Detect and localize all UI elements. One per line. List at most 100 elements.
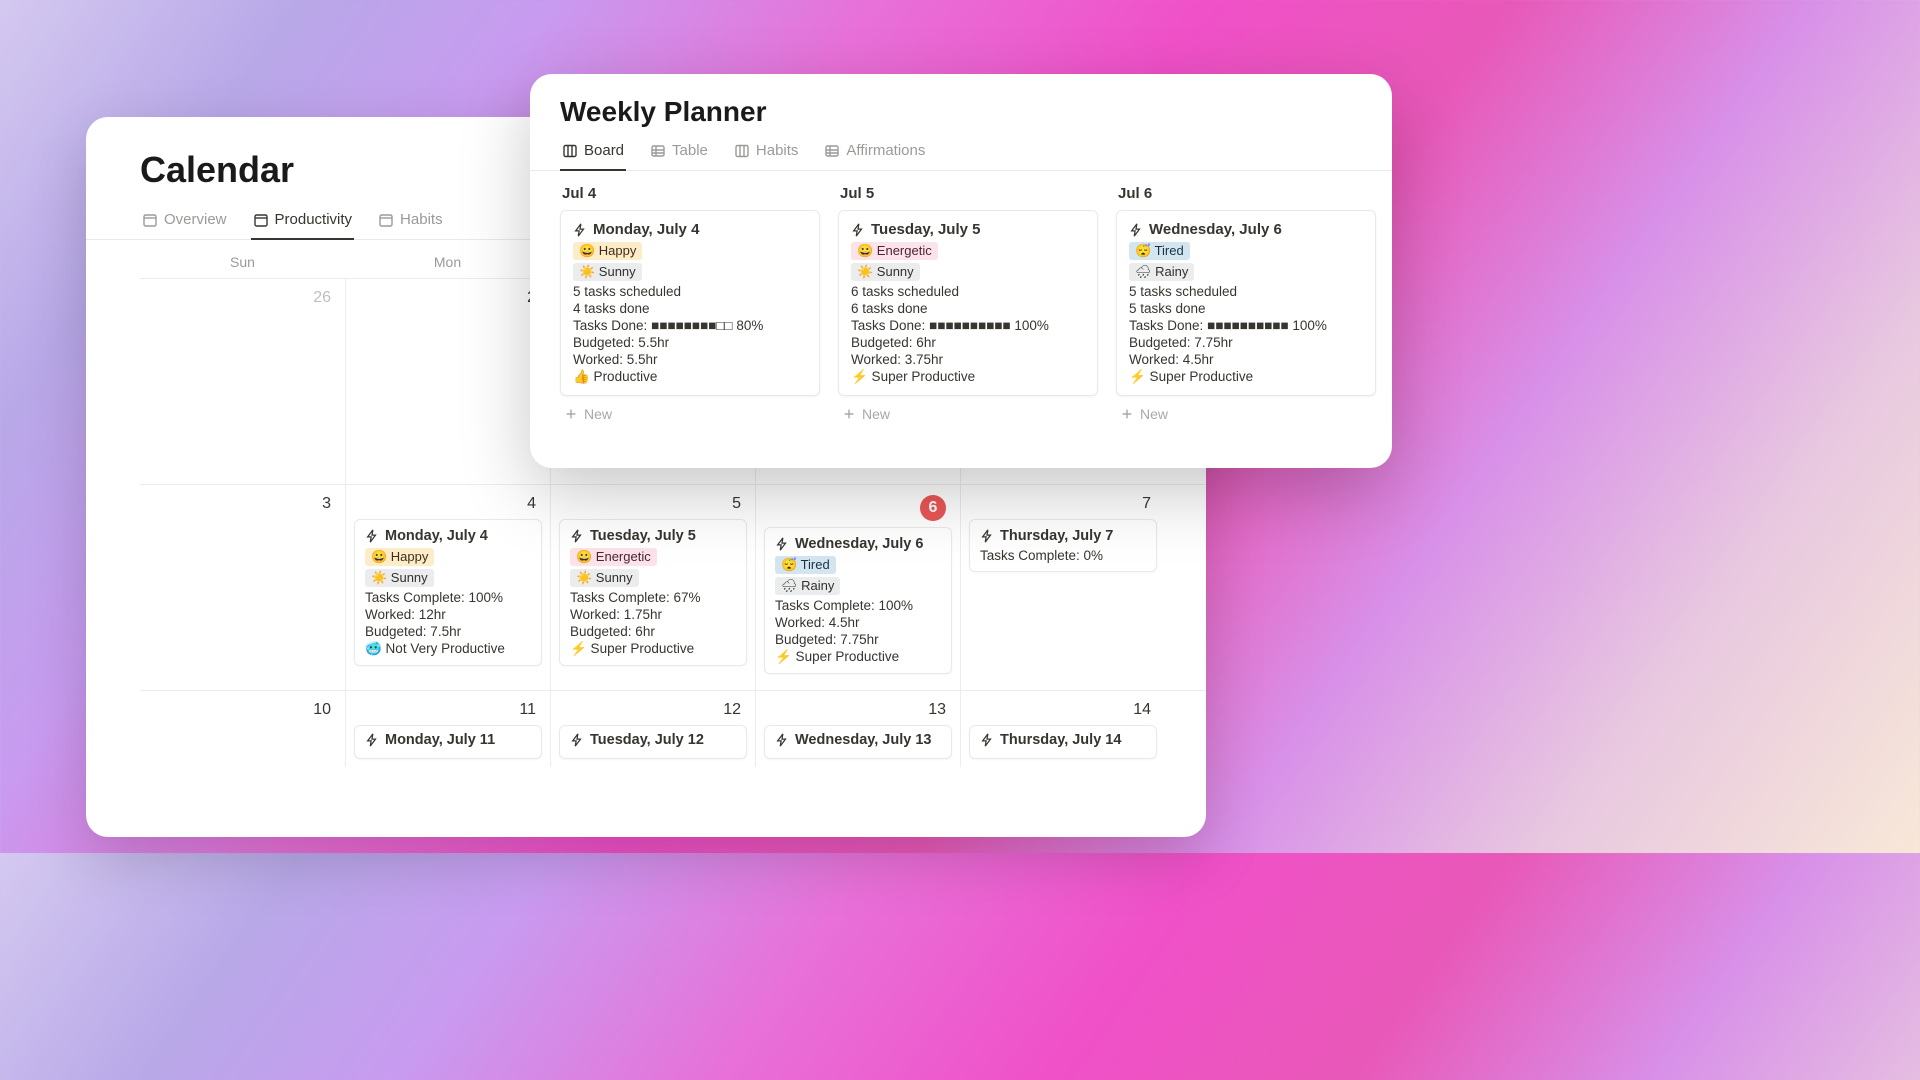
tab-board[interactable]: Board [560,138,626,171]
entry-line: Tasks Done: ■■■■■■■■■■ 100% [851,318,1085,333]
planner-card-item[interactable]: Monday, July 4😀 Happy☀️ Sunny5 tasks sch… [560,210,820,396]
calendar-cell[interactable]: 11Monday, July 11 [345,691,550,767]
calendar-cell[interactable]: 5Tuesday, July 5😀 Energetic☀️ SunnyTasks… [550,485,755,690]
entry-line: Worked: 5.5hr [573,352,807,367]
entry-title-text: Monday, July 4 [385,528,488,544]
tab-planner-habits-label: Habits [756,142,799,159]
tab-habits[interactable]: Habits [376,205,445,240]
bolt-icon [570,733,584,747]
calendar-date: 14 [967,697,1159,721]
entry-line: Budgeted: 6hr [570,624,736,639]
tab-affirmations[interactable]: Affirmations [822,138,927,171]
entry-line: ⚡ Super Productive [851,369,1085,385]
calendar-date: 4 [352,491,544,515]
calendar-entry[interactable]: Monday, July 4😀 Happy☀️ SunnyTasks Compl… [354,519,542,666]
entry-line: Tasks Complete: 100% [775,598,941,613]
entry-line: Worked: 4.5hr [1129,352,1363,367]
new-button-label: New [584,406,612,422]
chip: 😴 Tired [775,556,836,574]
bolt-icon [775,733,789,747]
calendar-icon [142,212,158,228]
calendar-cell[interactable]: 7 Thursday, July 7 Tasks Complete: 0% [960,485,1165,690]
entry-line: ⚡ Super Productive [775,649,941,665]
entry-line: Tasks Complete: 0% [980,548,1146,563]
bolt-icon [365,529,379,543]
entry-line: Budgeted: 5.5hr [573,335,807,350]
planner-card-item[interactable]: Tuesday, July 5😀 Energetic☀️ Sunny6 task… [838,210,1098,396]
tab-overview[interactable]: Overview [140,205,229,240]
board-icon [734,143,750,159]
bolt-icon [573,223,587,237]
entry-line: Budgeted: 7.75hr [775,632,941,647]
new-button[interactable]: New [838,396,1116,422]
calendar-cell[interactable]: 3 [140,485,345,690]
plus-icon [842,407,856,421]
table-icon [824,143,840,159]
entry-line: ⚡ Super Productive [570,641,736,657]
calendar-entry[interactable]: Tuesday, July 12 [559,725,747,759]
calendar-cell[interactable]: 13Wednesday, July 13 [755,691,960,767]
entry-line: ⚡ Super Productive [1129,369,1363,385]
planner-card: Weekly Planner Board Table Habits Affirm… [530,74,1392,468]
entry-title-text: Monday, July 4 [593,221,699,238]
calendar-cell[interactable]: 12Tuesday, July 12 [550,691,755,767]
planner-columns: Jul 4Monday, July 4😀 Happy☀️ Sunny5 task… [530,171,1392,422]
planner-column-heading: Jul 4 [560,185,838,202]
planner-column: Jul 6 Wednesday, July 6😴 Tired🌧 Rainy5 ta… [1116,185,1392,422]
entry-title-text: Tuesday, July 5 [590,528,696,544]
weekday-label: Sun [140,254,345,270]
tab-productivity[interactable]: Productivity [251,205,355,240]
calendar-cell[interactable]: 10 [140,691,345,767]
entry-line: Budgeted: 7.75hr [1129,335,1363,350]
entry-line: 6 tasks done [851,301,1085,316]
calendar-date: 3 [146,491,339,515]
calendar-cell[interactable]: 26 [140,279,345,484]
entry-line: 6 tasks scheduled [851,284,1085,299]
bolt-icon [980,733,994,747]
chip: 😀 Happy [573,242,642,260]
plus-icon [1120,407,1134,421]
tab-productivity-label: Productivity [275,211,353,228]
board-icon [562,143,578,159]
entry-line: 4 tasks done [573,301,807,316]
calendar-date: 26 [146,285,339,309]
bolt-icon [851,223,865,237]
entry-title-text: Thursday, July 7 [1000,528,1113,544]
bolt-icon [1129,223,1143,237]
calendar-cell[interactable]: 6Wednesday, July 6😴 Tired🌧 RainyTasks Co… [755,485,960,690]
new-button[interactable]: New [1116,396,1392,422]
calendar-cell[interactable]: 2 [345,279,550,484]
entry-line: Worked: 1.75hr [570,607,736,622]
plus-icon [564,407,578,421]
weekday-label: Mon [345,254,550,270]
calendar-cell[interactable]: 4 Monday, July 4😀 Happy☀️ SunnyTasks Comp… [345,485,550,690]
planner-column: Jul 4Monday, July 4😀 Happy☀️ Sunny5 task… [560,185,838,422]
planner-title: Weekly Planner [530,96,1392,138]
calendar-icon [253,212,269,228]
calendar-cell[interactable]: 14 Thursday, July 14 [960,691,1165,767]
table-icon [650,143,666,159]
bolt-icon [980,529,994,543]
calendar-entry[interactable]: Wednesday, July 13 [764,725,952,759]
calendar-entry[interactable]: Wednesday, July 6😴 Tired🌧 RainyTasks Com… [764,527,952,674]
entry-line: Worked: 12hr [365,607,531,622]
calendar-entry[interactable]: Monday, July 11 [354,725,542,759]
entry-title-text: Thursday, July 14 [1000,732,1121,748]
planner-column-heading: Jul 6 [1116,185,1392,202]
entry-line: Worked: 4.5hr [775,615,941,630]
planner-card-item[interactable]: Wednesday, July 6😴 Tired🌧 Rainy5 tasks s… [1116,210,1376,396]
calendar-entry[interactable]: Tuesday, July 5 😀 Energetic ☀️ Sunny Tasks … [559,519,747,666]
tab-planner-habits[interactable]: Habits [732,138,801,171]
calendar-entry[interactable]: Thursday, July 7 Tasks Complete: 0% [969,519,1157,572]
tab-table[interactable]: Table [648,138,710,171]
tab-habits-label: Habits [400,211,443,228]
chip: ☀️ Sunny [570,569,639,587]
calendar-date: 7 [967,491,1159,515]
calendar-entry[interactable]: Thursday, July 14 [969,725,1157,759]
chip: 😀 Energetic [570,548,657,566]
new-button[interactable]: New [560,396,838,422]
entry-line: Tasks Complete: 67% [570,590,736,605]
chip: 🌧 Rainy [1129,263,1194,281]
entry-line: Worked: 3.75hr [851,352,1085,367]
calendar-date: 10 [146,697,339,721]
